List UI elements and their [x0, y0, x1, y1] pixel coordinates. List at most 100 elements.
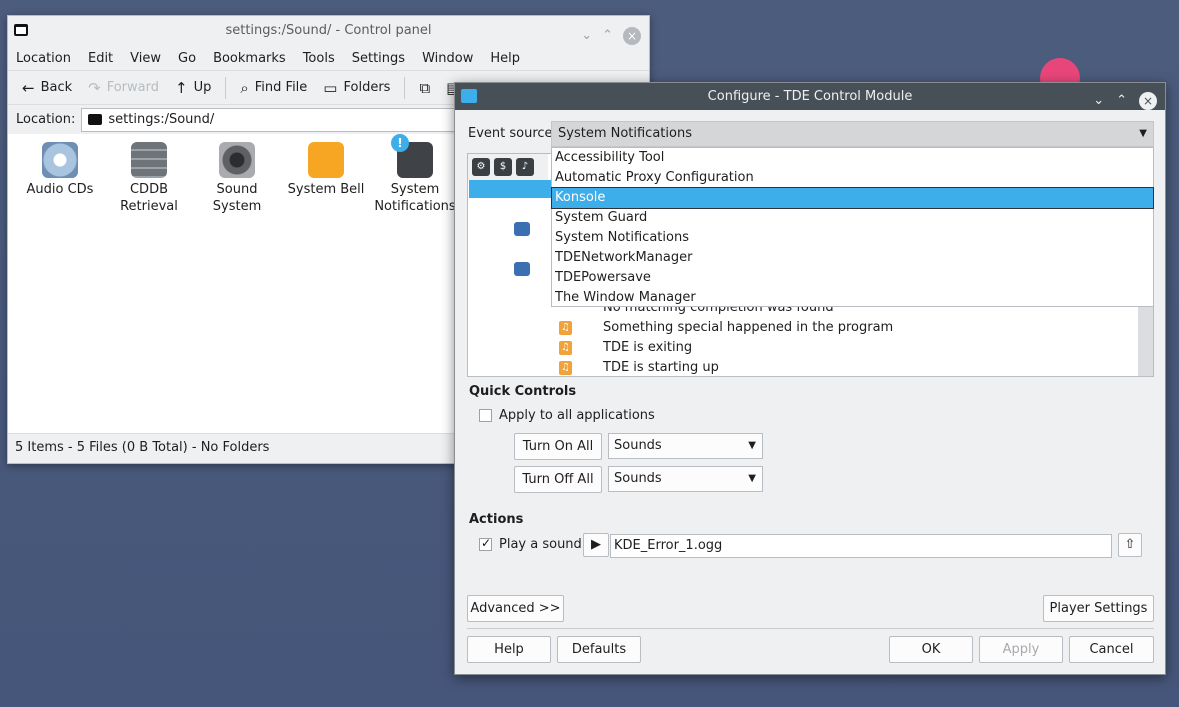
menu-window[interactable]: Window — [422, 51, 473, 66]
forward-button[interactable]: ↷ Forward — [82, 75, 165, 101]
folder-icon: ▭ — [323, 78, 338, 97]
dialog-app-icon — [461, 89, 477, 103]
apply-all-checkbox[interactable] — [479, 409, 492, 422]
turn-on-select[interactable]: Sounds ▼ — [608, 433, 763, 459]
dropdown-option[interactable]: System Guard — [552, 208, 1153, 228]
audio-cd-icon — [42, 142, 78, 178]
arrow-forward-icon: ↷ — [88, 78, 101, 97]
arrow-up-icon: ↑ — [175, 78, 188, 97]
turn-off-all-button[interactable]: Turn Off All — [514, 466, 602, 493]
player-settings-button[interactable]: Player Settings — [1043, 595, 1154, 622]
divider — [467, 628, 1154, 629]
scrollbar[interactable] — [1138, 304, 1153, 376]
copy-button[interactable]: ⧉ — [413, 75, 436, 101]
dropdown-option[interactable]: Automatic Proxy Configuration — [552, 168, 1153, 188]
event-source-select[interactable]: System Notifications ▼ — [551, 121, 1154, 147]
dropdown-option-highlighted[interactable]: Konsole — [551, 187, 1154, 209]
toolbar-separator — [225, 76, 227, 99]
menu-edit[interactable]: Edit — [88, 51, 113, 66]
terminal-icon[interactable]: $ — [494, 158, 512, 176]
file-item-system-notifications[interactable]: System Notifications — [373, 134, 457, 215]
file-item-cddb-retrieval[interactable]: CDDB Retrieval — [107, 142, 191, 215]
minimize-icon[interactable]: ⌄ — [581, 21, 592, 51]
chevron-down-icon: ▼ — [1139, 128, 1147, 139]
server-rack-icon — [131, 142, 167, 178]
play-sound-label: Play a sound: — [499, 537, 587, 552]
file-item-system-bell[interactable]: System Bell — [284, 142, 368, 198]
play-button[interactable]: ▶ — [583, 533, 609, 557]
menu-bookmarks[interactable]: Bookmarks — [213, 51, 286, 66]
up-button[interactable]: ↑ Up — [169, 75, 217, 101]
bell-icon — [308, 142, 344, 178]
event-list-header: ⚙ $ ♪ — [468, 154, 548, 180]
sound-event-icon — [514, 262, 530, 276]
play-icon: ▶ — [591, 537, 601, 552]
copy-icon: ⧉ — [419, 78, 431, 97]
turn-off-select[interactable]: Sounds ▼ — [608, 466, 763, 492]
advanced-button[interactable]: Advanced >> — [467, 595, 564, 622]
maximize-icon[interactable]: ⌃ — [602, 21, 613, 51]
back-button[interactable]: ← Back — [16, 75, 78, 101]
fm-menubar: Location Edit View Go Bookmarks Tools Se… — [8, 46, 649, 70]
dialog-title: Configure - TDE Control Module — [707, 89, 913, 104]
dropdown-option[interactable]: Accessibility Tool — [552, 148, 1153, 168]
apply-all-label: Apply to all applications — [499, 408, 655, 423]
event-source-label: Event source: — [468, 126, 557, 141]
maximize-icon[interactable]: ⌃ — [1116, 87, 1127, 114]
dropdown-option[interactable]: The Window Manager — [552, 288, 1153, 308]
search-icon: ⌕ — [240, 78, 249, 97]
event-item[interactable]: ♫ Something special happened in the prog… — [559, 318, 893, 338]
file-item-sound-system[interactable]: Sound System — [195, 142, 279, 215]
turn-on-all-button[interactable]: Turn On All — [514, 433, 602, 460]
music-note-icon: ♫ — [559, 361, 572, 375]
quick-controls-heading: Quick Controls — [469, 384, 577, 399]
chevron-down-icon: ▼ — [748, 440, 756, 451]
dropdown-option[interactable]: System Notifications — [552, 228, 1153, 248]
arrow-left-icon: ← — [22, 78, 35, 97]
play-sound-checkbox[interactable] — [479, 536, 492, 551]
music-note-icon: ♫ — [559, 321, 572, 335]
folder-app-icon — [14, 24, 28, 36]
close-icon[interactable]: × — [1139, 91, 1157, 110]
menu-go[interactable]: Go — [178, 51, 196, 66]
actions-heading: Actions — [469, 512, 524, 527]
event-source-dropdown: Accessibility Tool Automatic Proxy Confi… — [551, 147, 1154, 307]
selected-row[interactable] — [469, 180, 553, 198]
cancel-button[interactable]: Cancel — [1069, 636, 1154, 663]
dropdown-option[interactable]: TDEPowersave — [552, 268, 1153, 288]
folders-button[interactable]: ▭ Folders — [317, 75, 396, 101]
minimize-icon[interactable]: ⌄ — [1093, 87, 1104, 114]
music-note-icon: ♫ — [559, 341, 572, 355]
browse-button[interactable]: ⇧ — [1118, 533, 1142, 557]
menu-tools[interactable]: Tools — [303, 51, 335, 66]
upload-icon: ⇧ — [1124, 537, 1136, 552]
apply-button[interactable]: Apply — [979, 636, 1063, 663]
close-icon[interactable]: × — [623, 27, 641, 45]
chevron-down-icon: ▼ — [748, 473, 756, 484]
sound-file-input[interactable]: KDE_Error_1.ogg — [610, 534, 1112, 558]
location-value: settings:/Sound/ — [108, 112, 215, 127]
notification-icon — [391, 134, 433, 178]
ok-button[interactable]: OK — [889, 636, 973, 663]
event-item[interactable]: ♫ TDE is exiting — [559, 338, 692, 358]
event-item[interactable]: ♫ TDE is starting up — [559, 358, 719, 376]
sound-event-icon — [514, 222, 530, 236]
dialog-titlebar[interactable]: Configure - TDE Control Module ⌄ ⌃ × — [455, 83, 1165, 110]
configure-dialog: Configure - TDE Control Module ⌄ ⌃ × Eve… — [454, 82, 1166, 675]
menu-location[interactable]: Location — [16, 51, 71, 66]
location-label: Location: — [16, 112, 76, 127]
find-file-button[interactable]: ⌕ Find File — [234, 75, 313, 101]
toolbar-separator — [404, 76, 406, 99]
menu-settings[interactable]: Settings — [352, 51, 405, 66]
menu-help[interactable]: Help — [490, 51, 520, 66]
dropdown-option[interactable]: TDENetworkManager — [552, 248, 1153, 268]
menu-view[interactable]: View — [130, 51, 161, 66]
folder-icon — [88, 114, 103, 125]
gear-icon[interactable]: ⚙ — [472, 158, 490, 176]
defaults-button[interactable]: Defaults — [557, 636, 641, 663]
fm-window-title: settings:/Sound/ - Control panel — [225, 23, 432, 38]
speaker-icon[interactable]: ♪ — [516, 158, 534, 176]
file-item-audio-cds[interactable]: Audio CDs — [18, 142, 102, 198]
fm-titlebar[interactable]: settings:/Sound/ - Control panel ⌄ ⌃ × — [8, 16, 649, 46]
help-button[interactable]: Help — [467, 636, 551, 663]
